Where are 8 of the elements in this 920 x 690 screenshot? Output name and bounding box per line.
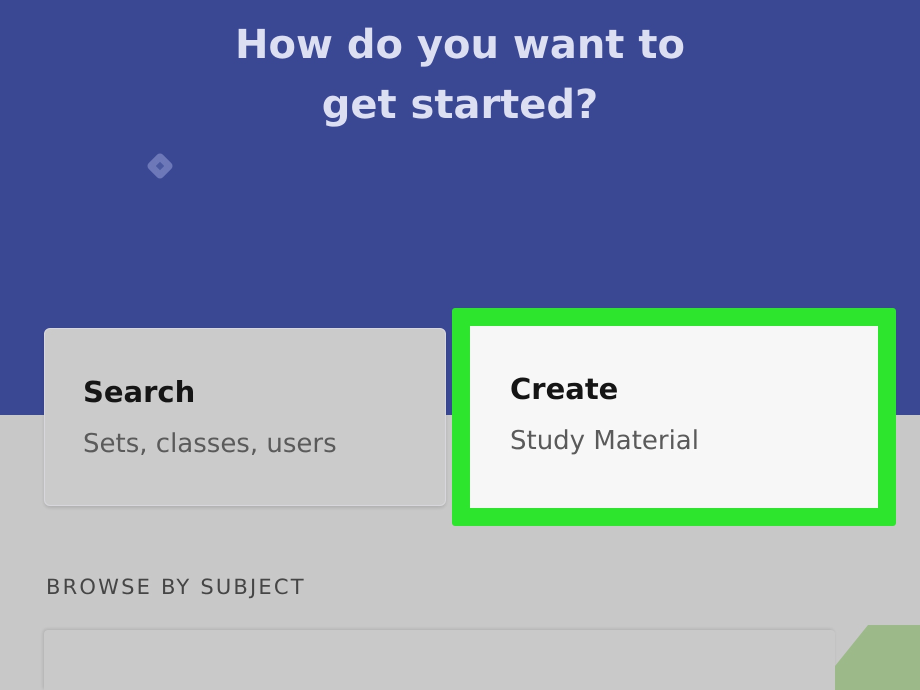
page-title: How do you want to get started? <box>234 21 686 130</box>
subject-card[interactable] <box>44 630 835 690</box>
option-card[interactable]: Search Sets, classes, users <box>44 328 446 506</box>
option-subtitle: Sets, classes, users <box>83 428 337 460</box>
option-title: Create <box>510 371 618 408</box>
option-subtitle: Study Material <box>510 425 699 457</box>
section-label: BROWSE BY SUBJECT <box>46 574 306 600</box>
option-title: Search <box>83 374 196 411</box>
